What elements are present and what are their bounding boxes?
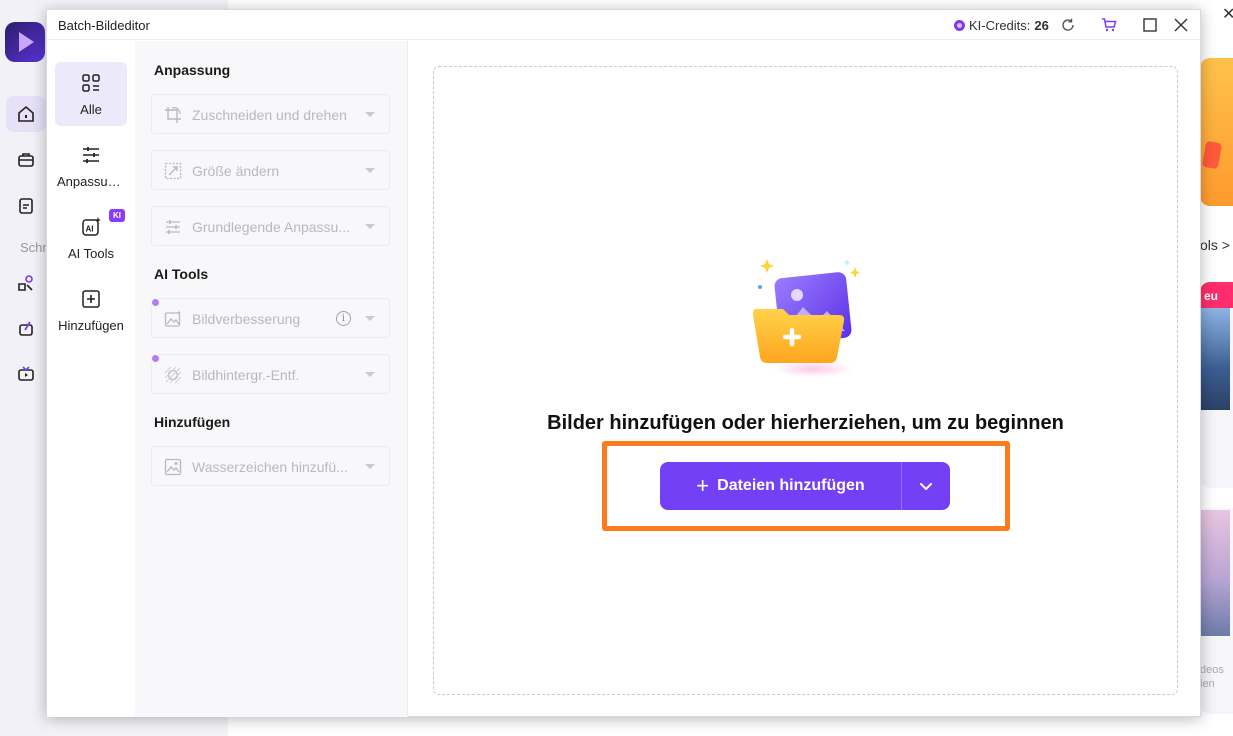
close-icon[interactable]: [1172, 16, 1190, 34]
chevron-down-icon[interactable]: [365, 464, 375, 469]
drop-zone[interactable]: Bilder hinzufügen oder hierherziehen, um…: [433, 66, 1178, 695]
tool-resize[interactable]: Größe ändern: [151, 150, 390, 190]
rail-label: Alle: [80, 102, 102, 117]
background-sidebar: Schr: [0, 0, 48, 736]
category-rail: Alle Anpassungen AI KI AI Tools Hinzufüg…: [47, 41, 135, 717]
card-caption: deos: [1200, 664, 1224, 676]
rail-item-anpassungen[interactable]: Anpassungen: [55, 134, 127, 198]
mountain-thumbnail-2: [1200, 510, 1230, 636]
section-title-anpassung: Anpassung: [154, 62, 231, 78]
add-files-dropdown[interactable]: [902, 462, 950, 510]
chevron-down-icon: [920, 483, 932, 490]
sidebar-section-label: Schr: [20, 240, 47, 255]
document-icon[interactable]: [6, 188, 46, 224]
folder-image-illustration-icon: [753, 259, 860, 377]
chevron-down-icon[interactable]: [365, 112, 375, 117]
ki-badge: KI: [109, 209, 125, 222]
ai-indicator-icon: [150, 297, 161, 308]
rail-item-alle[interactable]: Alle: [55, 62, 127, 126]
tool-basic-adjust[interactable]: Grundlegende Anpassu...: [151, 206, 390, 246]
watermark-icon: [164, 458, 182, 476]
plus-square-icon: [82, 290, 100, 308]
titlebar: Batch-Bildeditor KI-Credits: 26: [47, 10, 1200, 40]
sliders-icon: [83, 147, 99, 163]
app-close-icon[interactable]: ✕: [1222, 4, 1233, 24]
add-files-label: Dateien hinzufügen: [717, 477, 865, 494]
cart-icon[interactable]: [1100, 16, 1118, 34]
chevron-down-icon[interactable]: [365, 316, 375, 321]
ai-icon: AI: [82, 217, 101, 236]
plus-icon: +: [696, 473, 710, 498]
drop-zone-heading: Bilder hinzufügen oder hierherziehen, um…: [547, 412, 1064, 434]
tool-label: Zuschneiden und drehen: [192, 107, 347, 123]
tool-label: Wasserzeichen hinzufü...: [192, 459, 348, 475]
section-title-ai-tools: AI Tools: [154, 266, 209, 282]
rail-label: Hinzufügen: [58, 318, 124, 333]
home-icon[interactable]: [6, 96, 46, 132]
section-title-hinzufuegen: Hinzufügen: [154, 414, 231, 430]
tool-background-remove[interactable]: Bildhintergr.-Entf.: [150, 353, 390, 394]
rail-item-hinzufuegen[interactable]: Hinzufügen: [55, 278, 127, 342]
enhance-icon: [164, 310, 181, 327]
rail-item-ai-tools[interactable]: AI KI AI Tools: [55, 206, 127, 270]
add-files-button[interactable]: + Dateien hinzufügen: [660, 462, 902, 510]
svg-text:AI: AI: [86, 225, 94, 234]
tool-label: Grundlegende Anpassu...: [192, 219, 351, 235]
tools-link[interactable]: ols >: [1200, 237, 1230, 253]
toolbox-icon[interactable]: [6, 142, 46, 178]
rail-label: AI Tools: [67, 246, 114, 261]
refresh-icon[interactable]: [1059, 16, 1077, 34]
ki-credits: KI-Credits: 26: [954, 16, 1049, 34]
ai-indicator-icon: [150, 353, 161, 364]
maximize-icon[interactable]: [1141, 16, 1159, 34]
mountain-thumbnail: [1200, 306, 1230, 410]
credits-label: KI-Credits:: [969, 17, 1031, 33]
new-badge: eu: [1200, 282, 1233, 308]
chevron-down-icon[interactable]: [365, 168, 375, 173]
tool-label: Größe ändern: [192, 163, 280, 179]
batch-image-editor-dialog: Batch-Bildeditor KI-Credits: 26 Alle Anp…: [46, 9, 1201, 717]
card-caption-2: len: [1200, 678, 1215, 690]
grid-icon: [82, 74, 100, 92]
chevron-down-icon[interactable]: [365, 224, 375, 229]
rail-label: Anpassungen: [57, 174, 127, 189]
shapes-icon[interactable]: [6, 265, 46, 301]
resize-icon: [164, 162, 182, 180]
background-remove-icon: [164, 366, 182, 384]
tool-label: Bildverbesserung: [192, 311, 301, 327]
credits-value: 26: [1034, 17, 1049, 33]
dialog-title: Batch-Bildeditor: [58, 18, 150, 33]
tool-enhance[interactable]: Bildverbesserung i: [150, 297, 390, 338]
tool-label: Bildhintergr.-Entf.: [192, 367, 300, 383]
chevron-down-icon[interactable]: [365, 372, 375, 377]
app-logo-icon: [5, 22, 45, 62]
edit-icon[interactable]: [6, 310, 46, 346]
crop-rotate-icon: [165, 107, 181, 123]
info-icon[interactable]: i: [336, 311, 351, 326]
credits-coin-icon: [954, 19, 965, 31]
sliders-icon: [166, 220, 180, 234]
tool-watermark[interactable]: Wasserzeichen hinzufü...: [151, 446, 390, 486]
promo-card[interactable]: [1200, 58, 1233, 206]
tv-icon[interactable]: [6, 356, 46, 392]
add-files-button-group: + Dateien hinzufügen: [660, 462, 950, 510]
tool-crop-rotate[interactable]: Zuschneiden und drehen: [151, 94, 390, 134]
tools-panel: Anpassung Zuschneiden und drehen Größe ä…: [135, 41, 408, 717]
